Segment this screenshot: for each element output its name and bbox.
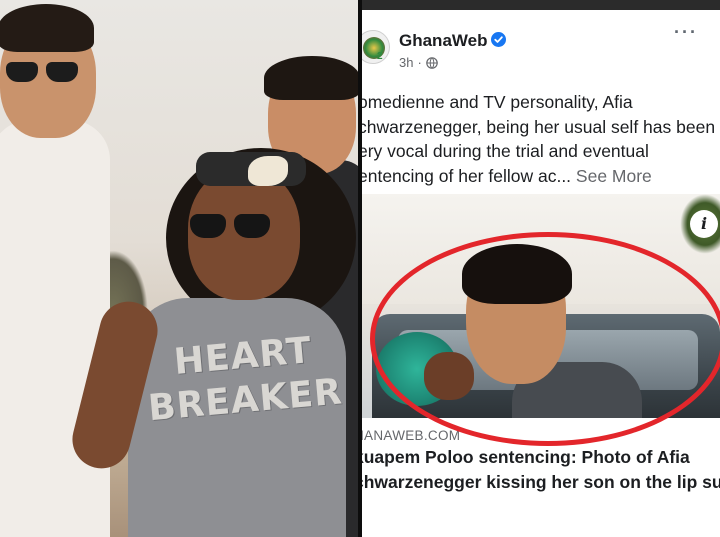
post-time[interactable]: 3h xyxy=(399,55,413,70)
more-options-icon[interactable]: ··· xyxy=(674,22,698,43)
status-strip xyxy=(362,0,720,10)
son-left-sunglasses xyxy=(6,62,80,84)
see-more-link[interactable]: See More xyxy=(576,166,652,186)
post-text: omedienne and TV personality, Afia chwar… xyxy=(362,90,718,188)
post-text-line: ery vocal during the trial and eventual xyxy=(362,141,649,161)
red-circle-annotation xyxy=(370,232,720,446)
mother-headband-bow xyxy=(248,156,288,186)
post-text-truncated: entencing of her fellow ac... xyxy=(362,165,572,186)
son-right-hair xyxy=(264,56,358,100)
link-title-line: chwarzenegger kissing her son on the lip… xyxy=(362,472,720,492)
page-name[interactable]: GhanaWeb xyxy=(399,31,487,51)
avatar-logo-text: 2 xyxy=(377,51,383,62)
son-left-hair xyxy=(0,4,94,52)
post-text-line: omedienne and TV personality, Afia xyxy=(362,92,633,112)
post-text-line: entencing of her fellow ac... See More xyxy=(362,164,718,189)
globe-icon xyxy=(426,56,438,69)
link-title[interactable]: kuapem Poloo sentencing: Photo of Afia c… xyxy=(362,445,720,495)
meta-separator: · xyxy=(417,55,422,70)
info-icon[interactable]: i xyxy=(690,210,718,238)
son-left-body xyxy=(0,120,110,537)
post-meta: 3h · xyxy=(399,55,438,70)
mother-sunglasses xyxy=(190,214,272,240)
family-photo: HEART BREAKER xyxy=(0,0,358,537)
post-text-line: chwarzenegger, being her usual self has … xyxy=(362,116,716,137)
link-title-line: kuapem Poloo sentencing: Photo of Afia xyxy=(362,447,690,467)
link-source: HANAWEB.COM xyxy=(362,428,461,443)
page-avatar[interactable]: 2 xyxy=(362,30,390,64)
verified-badge-icon xyxy=(491,32,506,47)
